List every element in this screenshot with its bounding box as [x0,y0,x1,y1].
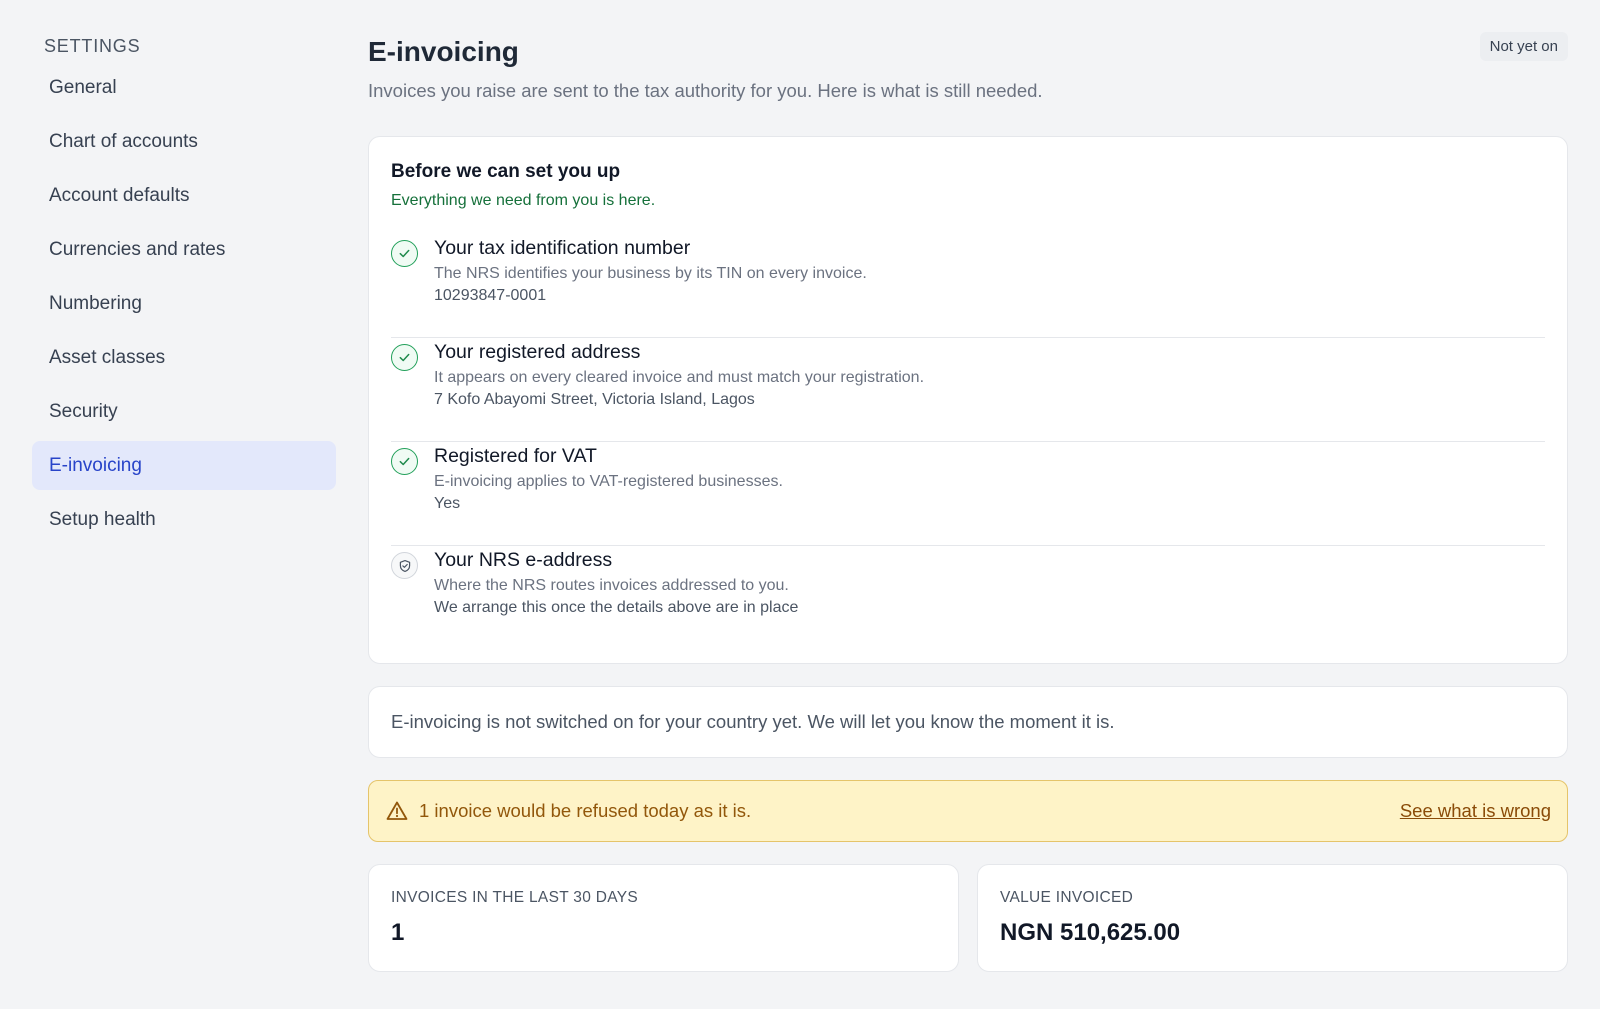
sidebar-item-e-invoicing[interactable]: E-invoicing [32,441,336,490]
notice-text: E-invoicing is not switched on for your … [391,711,1115,732]
stat-card-value-invoiced: VALUE INVOICED NGN 510,625.00 [977,864,1568,972]
requirement-title: Your tax identification number [434,237,691,259]
availability-notice: E-invoicing is not switched on for your … [368,686,1568,758]
warning-text: 1 invoice would be refused today as it i… [419,800,752,821]
sidebar-item-security[interactable]: Security [32,387,336,436]
requirement-title: Registered for VAT [434,445,597,467]
requirement-description: The NRS identifies your business by its … [434,265,867,282]
check-icon [391,448,418,475]
setup-requirements-card: Before we can set you up Everything we n… [368,136,1568,664]
requirement-value: 7 Kofo Abayomi Street, Victoria Island, … [434,391,755,408]
status-badge: Not yet on [1479,32,1568,61]
requirement-title: Your NRS e-address [434,549,613,571]
invoice-stats: INVOICES IN THE LAST 30 DAYS 1 VALUE INV… [368,864,1568,972]
requirement-description: E-invoicing applies to VAT-registered bu… [434,473,783,490]
requirement-description: It appears on every cleared invoice and … [434,369,925,386]
settings-page: SETTINGS General Chart of accounts Accou… [0,0,1600,1009]
requirements-list: Your tax identification number The NRS i… [391,234,1545,650]
sidebar-item-numbering[interactable]: Numbering [32,279,336,328]
sidebar-item-account-defaults[interactable]: Account defaults [32,171,336,220]
requirement-vat: Registered for VAT E-invoicing applies t… [391,442,1545,546]
settings-sidebar: SETTINGS General Chart of accounts Accou… [32,32,336,549]
sidebar-heading: SETTINGS [44,36,141,56]
requirement-value: Yes [434,495,461,512]
shield-icon [391,552,418,579]
requirement-address: Your registered address It appears on ev… [391,338,1545,442]
sidebar-item-currencies-and-rates[interactable]: Currencies and rates [32,225,336,274]
stat-label: INVOICES IN THE LAST 30 DAYS [391,889,639,906]
sidebar-item-general[interactable]: General [32,63,336,112]
requirement-nrs-e-address: Your NRS e-address Where the NRS routes … [391,546,1545,650]
check-icon [391,344,418,371]
requirement-description: Where the NRS routes invoices addressed … [434,577,789,594]
check-icon [391,240,418,267]
requirement-tin: Your tax identification number The NRS i… [391,234,1545,338]
warning-triangle-icon [385,799,409,823]
page-title: E-invoicing [368,36,519,67]
stat-card-invoices: INVOICES IN THE LAST 30 DAYS 1 [368,864,959,972]
setup-card-note: Everything we need from you is here. [391,192,656,209]
page-subtitle: Invoices you raise are sent to the tax a… [368,80,1043,101]
refusal-warning-banner: 1 invoice would be refused today as it i… [368,780,1568,842]
sidebar-item-asset-classes[interactable]: Asset classes [32,333,336,382]
stat-value: 1 [391,919,405,946]
settings-nav: General Chart of accounts Account defaul… [32,63,336,544]
stat-value: NGN 510,625.00 [1000,919,1181,946]
setup-card-title: Before we can set you up [391,161,621,182]
requirement-title: Your registered address [434,341,641,363]
requirement-value: We arrange this once the details above a… [434,599,799,616]
sidebar-item-chart-of-accounts[interactable]: Chart of accounts [32,117,336,166]
sidebar-item-setup-health[interactable]: Setup health [32,495,336,544]
main-content: E-invoicing Not yet on Invoices you rais… [368,32,1568,972]
requirement-value: 10293847-0001 [434,287,547,304]
stat-label: VALUE INVOICED [1000,889,1134,906]
see-what-is-wrong-link[interactable]: See what is wrong [1400,800,1551,822]
